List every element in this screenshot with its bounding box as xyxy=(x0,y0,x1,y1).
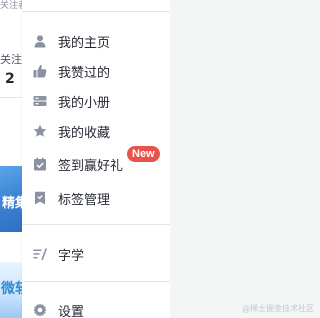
background-thumbnail[interactable]: 微软 xyxy=(0,262,22,318)
star-icon xyxy=(33,124,47,138)
thumbs-up-icon xyxy=(33,64,47,78)
checkin-icon xyxy=(33,157,47,171)
menu-divider xyxy=(22,11,170,12)
user-dropdown-menu: 我的主页 我赞过的 我的小册 我的收藏 签到赢好礼 New 标签管理 字学 设置 xyxy=(22,0,170,318)
background-thumbnail[interactable]: 精集 xyxy=(0,166,22,232)
menu-item-label: 标签管理 xyxy=(58,192,111,208)
background-stat-label: 关注者 xyxy=(0,1,22,11)
menu-item-booklets[interactable]: 我的小册 xyxy=(22,86,170,116)
background-profile-strip: 关注者 关注了 2 精集 微软 xyxy=(0,0,23,318)
menu-item-tag-management[interactable]: 标签管理 xyxy=(22,183,170,213)
menu-item-label: 我的主页 xyxy=(58,35,111,51)
menu-item-zixue[interactable]: 字学 xyxy=(22,239,170,269)
background-follow-count: 2 xyxy=(5,71,15,87)
menu-divider xyxy=(22,281,170,282)
background-divider xyxy=(0,97,22,98)
menu-item-settings[interactable]: 设置 xyxy=(22,295,170,318)
user-icon xyxy=(33,34,47,48)
menu-item-checkin[interactable]: 签到赢好礼 New xyxy=(22,145,170,179)
background-thumbnail-text: 精集 xyxy=(2,196,22,211)
menu-item-label: 我的小册 xyxy=(58,95,111,111)
new-badge: New xyxy=(126,145,161,163)
menu-item-label: 设置 xyxy=(58,304,85,318)
gear-icon xyxy=(33,303,47,317)
bookmark-icon xyxy=(33,191,47,205)
menu-item-favorites[interactable]: 我的收藏 xyxy=(22,116,170,146)
menu-item-homepage[interactable]: 我的主页 xyxy=(22,26,170,56)
page: 关注者 关注了 2 精集 微软 我的主页 xyxy=(0,0,318,318)
background-follow-label: 关注了 xyxy=(0,53,22,66)
menu-item-label: 字学 xyxy=(58,248,85,264)
booklet-icon xyxy=(33,94,47,108)
menu-item-label: 签到赢好礼 xyxy=(58,158,124,174)
page-background: @稀土掘金技术社区 xyxy=(170,0,318,318)
watermark: @稀土掘金技术社区 xyxy=(242,304,314,313)
menu-divider xyxy=(22,224,170,225)
text-learning-icon xyxy=(33,247,47,261)
menu-item-label: 我赞过的 xyxy=(58,65,111,81)
menu-item-liked[interactable]: 我赞过的 xyxy=(22,56,170,86)
background-thumbnail-text: 微软 xyxy=(1,281,22,297)
menu-item-label: 我的收藏 xyxy=(58,125,111,141)
